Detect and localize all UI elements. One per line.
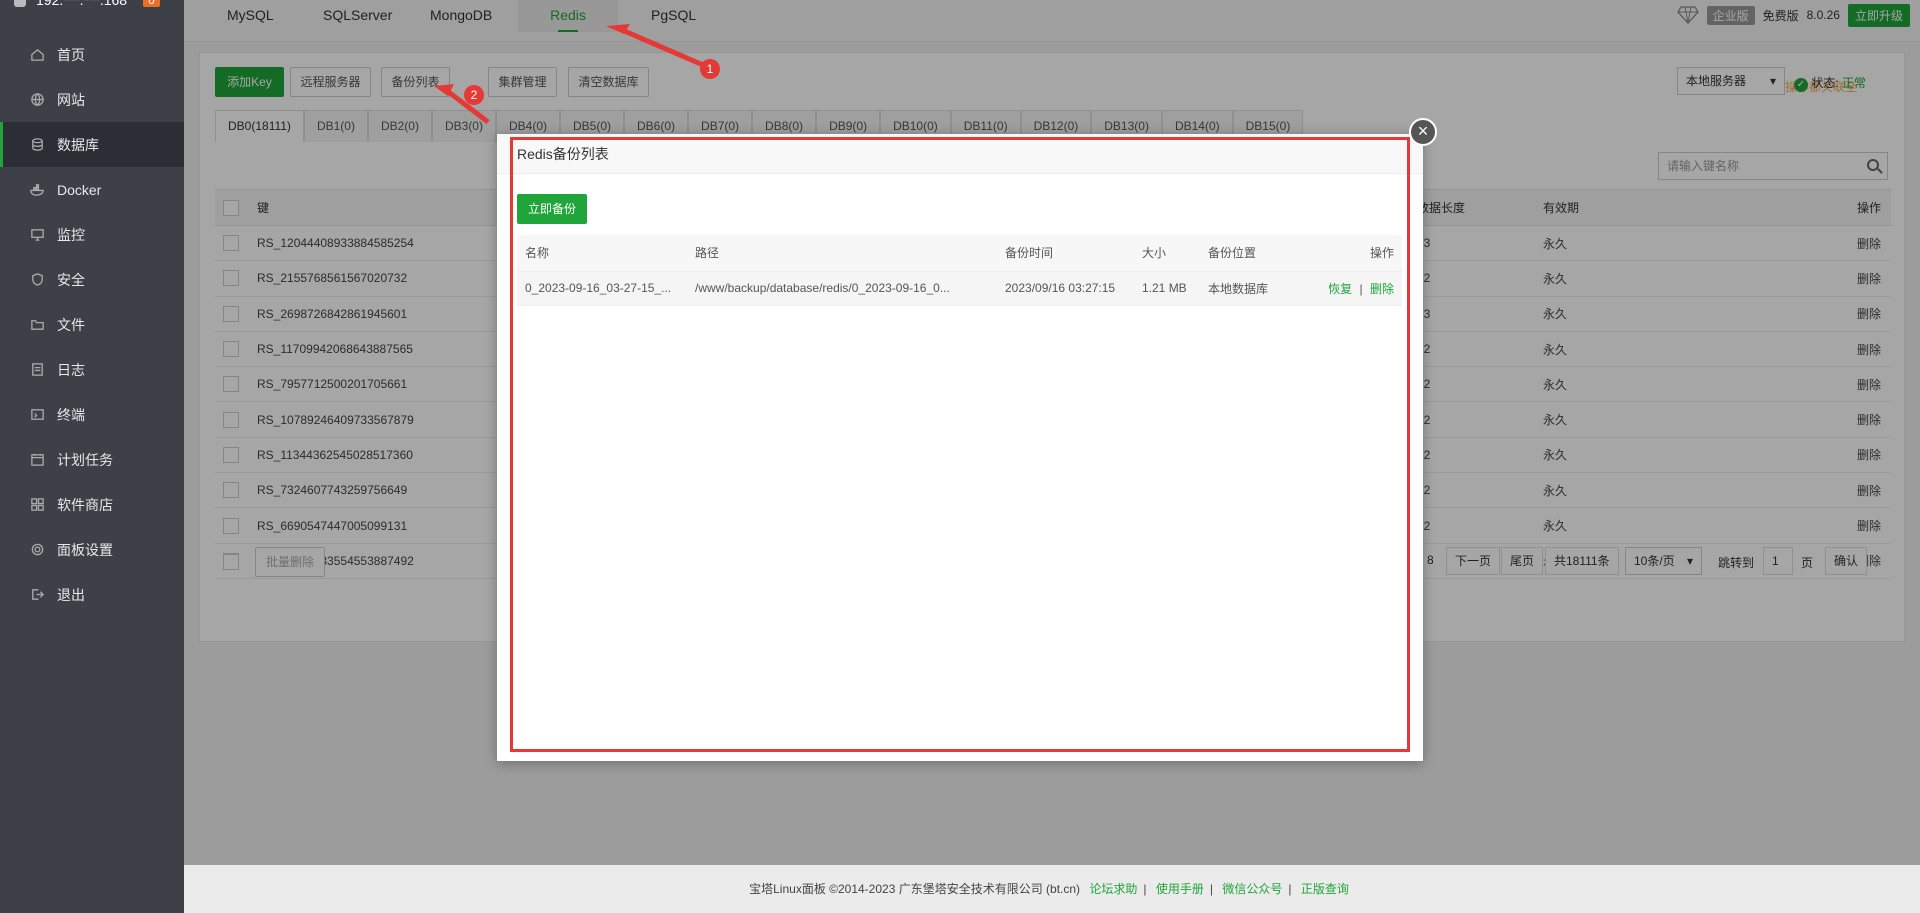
folder-icon: [29, 317, 45, 333]
close-icon[interactable]: ×: [1409, 118, 1437, 146]
sidebar-item-apps[interactable]: 软件商店: [0, 482, 184, 527]
sidebar-item-label: 文件: [57, 316, 85, 333]
docker-icon: [29, 182, 45, 198]
sidebar: 192.***.***.168 0 首页网站数据库 Docker 监控安全文件日志终…: [0, 0, 184, 913]
sidebar-item-label: 数据库: [57, 136, 99, 153]
sidebar-item-database[interactable]: 数据库: [0, 122, 184, 167]
globe-icon: [29, 92, 45, 108]
home-icon: [29, 47, 45, 63]
sidebar-item-log[interactable]: 日志: [0, 347, 184, 392]
host-header: 192.***.***.168 0: [0, 0, 184, 8]
host-badge: 0: [143, 0, 160, 7]
sidebar-item-label: 计划任务: [57, 451, 113, 468]
sidebar-item-home[interactable]: 首页: [0, 32, 184, 77]
database-icon: [29, 137, 45, 153]
sidebar-item-label: 首页: [57, 46, 85, 63]
annotation-badge-2: 2: [464, 85, 484, 105]
sidebar-item-monitor[interactable]: 监控: [0, 212, 184, 257]
apps-icon: [29, 497, 45, 513]
log-icon: [29, 362, 45, 378]
sidebar-item-settings[interactable]: 面板设置: [0, 527, 184, 572]
sidebar-item-globe[interactable]: 网站: [0, 77, 184, 122]
sidebar-item-label: 退出: [57, 586, 85, 603]
sidebar-item-label: 终端: [57, 406, 85, 423]
sidebar-item-label: 软件商店: [57, 496, 113, 513]
monitor-icon: [29, 227, 45, 243]
license-link[interactable]: 正版查询: [1301, 882, 1349, 896]
sidebar-item-label: 监控: [57, 226, 85, 243]
sidebar-item-docker[interactable]: Docker: [0, 167, 184, 212]
server-icon: [14, 0, 26, 7]
shield-icon: [29, 272, 45, 288]
manual-link[interactable]: 使用手册: [1156, 882, 1204, 896]
sidebar-item-shield[interactable]: 安全: [0, 257, 184, 302]
calendar-icon: [29, 452, 45, 468]
sep: |: [1288, 882, 1292, 896]
host-address: 192.***.***.168: [36, 0, 128, 8]
sidebar-item-label: 面板设置: [57, 541, 113, 558]
forum-link[interactable]: 论坛求助: [1089, 882, 1137, 896]
sidebar-item-label: Docker: [57, 181, 102, 198]
sidebar-item-calendar[interactable]: 计划任务: [0, 437, 184, 482]
terminal-icon: [29, 407, 45, 423]
settings-icon: [29, 542, 45, 558]
highlight-box: [510, 137, 1410, 752]
wechat-link[interactable]: 微信公众号: [1222, 882, 1282, 896]
annotation-badge-1: 1: [700, 59, 720, 79]
sidebar-item-label: 安全: [57, 271, 85, 288]
sidebar-item-folder[interactable]: 文件: [0, 302, 184, 347]
copyright: 宝塔Linux面板 ©2014-2023 广东堡塔安全技术有限公司 (bt.cn…: [749, 882, 1081, 896]
sidebar-item-logout[interactable]: 退出: [0, 572, 184, 617]
sep: |: [1143, 882, 1147, 896]
footer: 宝塔Linux面板 ©2014-2023 广东堡塔安全技术有限公司 (bt.cn…: [184, 865, 1920, 913]
sidebar-item-label: 日志: [57, 361, 85, 378]
logout-icon: [29, 587, 45, 603]
sep: |: [1209, 882, 1214, 896]
sidebar-item-label: 网站: [57, 91, 85, 108]
annotation-arrow-2: [434, 84, 490, 124]
sidebar-item-terminal[interactable]: 终端: [0, 392, 184, 437]
